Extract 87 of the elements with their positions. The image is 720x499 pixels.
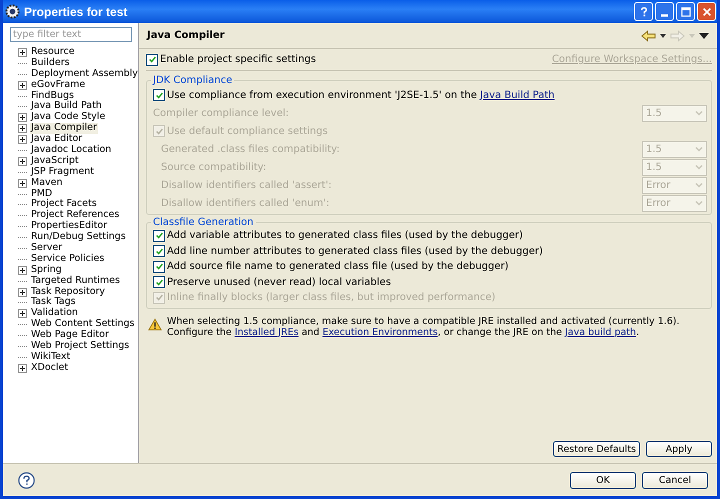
- tree-item[interactable]: Java Build Path: [30, 101, 103, 112]
- build-path-link[interactable]: Java Build Path: [480, 90, 555, 100]
- tree-item[interactable]: Web Page Editor: [30, 330, 110, 342]
- expand-icon[interactable]: [18, 309, 27, 318]
- tree-item[interactable]: Java Editor: [30, 134, 84, 146]
- checkbox-label: Enable project specific settings: [160, 54, 316, 65]
- expand-icon[interactable]: [18, 80, 27, 90]
- minimize-icon: [661, 14, 668, 16]
- group-title: JDK Compliance: [152, 75, 234, 86]
- expand-icon[interactable]: [18, 364, 27, 373]
- checkbox[interactable]: [153, 89, 165, 101]
- checkbox[interactable]: [153, 230, 165, 242]
- expand-icon[interactable]: [18, 48, 27, 57]
- expand-icon[interactable]: [18, 135, 27, 144]
- setting-label: Source compatibility:: [161, 162, 268, 172]
- checkbox-label: Use default compliance settings: [167, 126, 328, 136]
- tree-item[interactable]: Deployment Assembly: [30, 68, 139, 80]
- tree-item[interactable]: Project Facets: [30, 199, 98, 210]
- checkbox-label: Add source file name to generated class file (used by the debugger): [167, 261, 509, 272]
- expand-icon[interactable]: [18, 266, 27, 275]
- tree-item[interactable]: Task Repository: [30, 286, 106, 298]
- expand-icon[interactable]: [18, 178, 27, 188]
- settings-link[interactable]: Java build path: [564, 326, 636, 338]
- tree-item[interactable]: PMD: [30, 188, 54, 200]
- restore-defaults-button[interactable]: Restore Defaults: [553, 441, 640, 457]
- checkbox-label: Add line number attributes to generated class files (used by the debugger): [167, 246, 543, 257]
- checkbox-label: Use compliance from execution environment 'J2SE-1.5' on the Java Build Path: [167, 90, 555, 100]
- help-button[interactable]: [634, 2, 653, 21]
- warning-message: When selecting 1.5 compliance, make sure to have a compatible JRE installed and activated (currently 1.6). Configure the Installed JREs and Execution Environments, or change the JRE on the Java build path.: [167, 316, 681, 338]
- warning-icon: [148, 318, 162, 330]
- expand-icon[interactable]: [18, 156, 27, 166]
- checkbox[interactable]: [146, 54, 158, 66]
- close-button[interactable]: [697, 2, 716, 21]
- checkbox-label: Preserve unused (never read) local variables: [167, 276, 391, 288]
- tree-item[interactable]: JavaScript: [30, 156, 80, 167]
- expand-icon[interactable]: [18, 288, 27, 297]
- group-title: Classfile Generation: [152, 217, 255, 228]
- tree-item[interactable]: Java Code Style: [30, 112, 106, 124]
- setting-label: Generated .class files compatibility:: [161, 144, 341, 154]
- tree-item[interactable]: Project References: [30, 210, 120, 222]
- settings-link[interactable]: Execution Environments: [322, 326, 438, 338]
- ok-button[interactable]: OK: [570, 472, 636, 488]
- expand-icon[interactable]: [18, 124, 27, 134]
- gear-icon: [5, 4, 20, 19]
- tree-item[interactable]: Task Tags: [30, 297, 77, 308]
- tree-item[interactable]: Builders: [30, 58, 71, 69]
- tree-item[interactable]: Maven: [30, 178, 64, 189]
- tree-item[interactable]: Service Policies: [30, 254, 106, 265]
- settings-link[interactable]: Installed JREs: [234, 326, 299, 338]
- maximize-button[interactable]: [676, 2, 695, 21]
- tree-item[interactable]: Targeted Runtimes: [30, 276, 121, 287]
- help-icon[interactable]: [18, 472, 35, 488]
- tree-item[interactable]: Run/Debug Settings: [30, 232, 127, 244]
- tree-item[interactable]: Java Compiler: [30, 123, 98, 134]
- checkbox-label: Add variable attributes to generated class files (used by the debugger): [167, 230, 523, 242]
- tree-item[interactable]: FindBugs: [30, 90, 75, 102]
- minimize-button[interactable]: [655, 2, 674, 21]
- back-arrow-icon[interactable]: [641, 30, 656, 42]
- setting-label: Disallow identifiers called 'enum':: [161, 198, 330, 208]
- checkbox[interactable]: [153, 276, 165, 288]
- tree-item[interactable]: Web Project Settings: [30, 341, 130, 352]
- tree-item[interactable]: PropertiesEditor: [30, 221, 108, 232]
- tree-item[interactable]: eGovFrame: [30, 80, 86, 91]
- tree-item[interactable]: Spring: [30, 264, 63, 276]
- setting-label: Disallow identifiers called 'assert':: [161, 180, 333, 190]
- tree-item[interactable]: JSP Fragment: [30, 166, 95, 178]
- page-title: Java Compiler: [147, 30, 225, 41]
- maximize-icon: [680, 6, 692, 18]
- close-icon: [700, 6, 712, 18]
- setting-label: Compiler compliance level:: [153, 108, 290, 118]
- checkbox[interactable]: [153, 260, 165, 273]
- tree-item[interactable]: Web Content Settings: [30, 319, 136, 330]
- caret-icon[interactable]: [660, 34, 666, 38]
- tree-item[interactable]: Javadoc Location: [30, 145, 112, 156]
- checkbox-label: Inline finally blocks (larger class files, but improved performance): [167, 292, 496, 304]
- tree-item[interactable]: Resource: [30, 47, 76, 58]
- tree-item[interactable]: Validation: [30, 308, 79, 320]
- tree-item[interactable]: XDoclet: [30, 362, 70, 374]
- checkbox[interactable]: [153, 245, 165, 258]
- tree-item[interactable]: Server: [30, 243, 64, 254]
- window-title: Properties for test: [24, 4, 128, 18]
- view-menu-icon[interactable]: [699, 32, 709, 38]
- apply-button[interactable]: Apply: [646, 441, 712, 457]
- cancel-button[interactable]: Cancel: [642, 472, 708, 488]
- expand-icon[interactable]: [18, 113, 27, 122]
- filter-field[interactable]: type filter text: [10, 27, 132, 42]
- tree-item[interactable]: WikiText: [30, 352, 72, 363]
